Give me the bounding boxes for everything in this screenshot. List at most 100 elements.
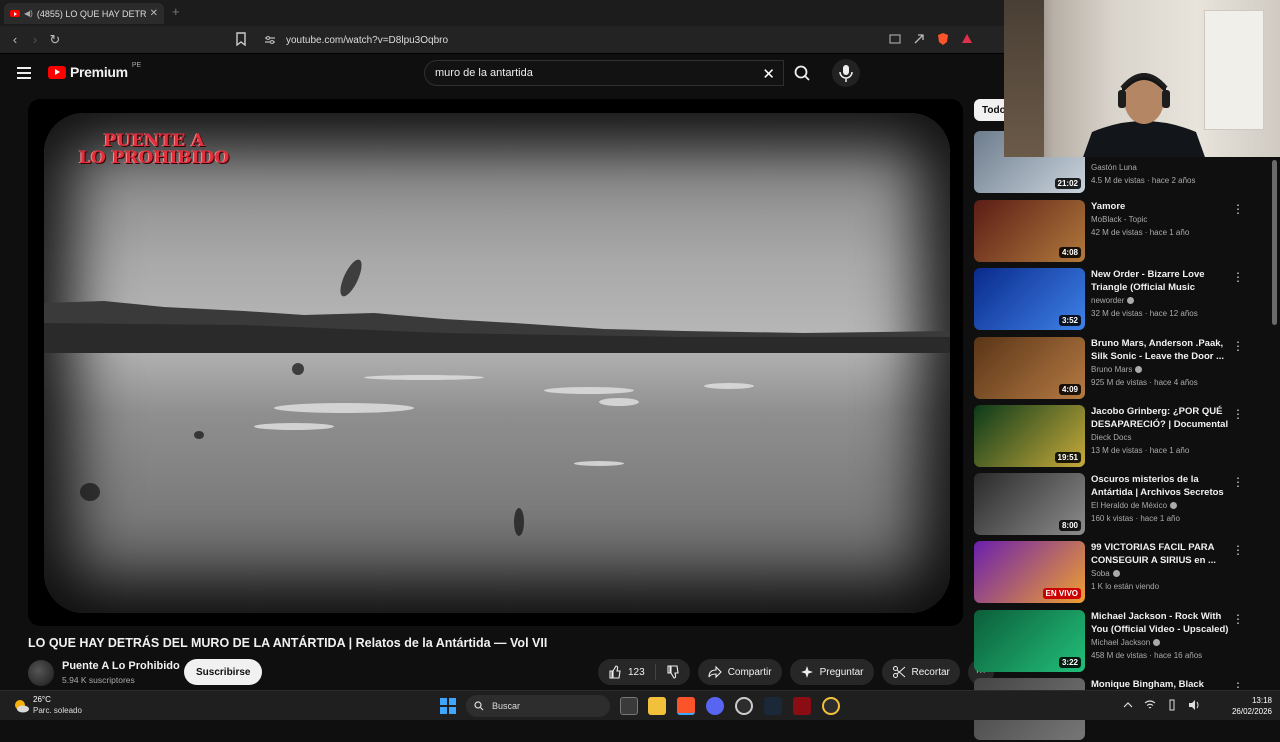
clear-search-icon[interactable]: ✕: [762, 65, 775, 83]
share-page-icon[interactable]: [912, 32, 926, 46]
youtube-favicon-icon: [10, 10, 20, 17]
share-button[interactable]: Compartir: [697, 659, 782, 685]
more-options-icon[interactable]: ⋮: [1232, 339, 1244, 353]
site-settings-icon[interactable]: [264, 35, 276, 45]
steam-icon[interactable]: [764, 697, 782, 715]
dislike-button[interactable]: [656, 659, 690, 685]
recommendation-title[interactable]: Michael Jackson - Rock With You (Officia…: [1091, 610, 1231, 636]
sidebar-scrollbar[interactable]: [1272, 160, 1277, 325]
brave-rewards-icon[interactable]: [960, 32, 974, 46]
ask-label: Preguntar: [819, 666, 864, 678]
recommendation-item[interactable]: 19:51 Jacobo Grinberg: ¿POR QUÉ DESAPAREC…: [974, 405, 1264, 469]
video-thumbnail[interactable]: 4:08: [974, 200, 1085, 262]
weather-temperature: 26°C: [33, 695, 51, 704]
more-options-icon[interactable]: ⋮: [1232, 270, 1244, 284]
tray-chevron-up-icon[interactable]: [1122, 699, 1134, 711]
file-explorer-icon[interactable]: [648, 697, 666, 715]
channel-avatar[interactable]: [28, 660, 54, 686]
tray-volume-icon[interactable]: [1188, 699, 1200, 711]
tray-usb-icon[interactable]: [1166, 699, 1178, 711]
duration-badge: 4:09: [1058, 384, 1081, 395]
url-text: youtube.com/watch?v=D8lpu3Oqbro: [286, 34, 449, 46]
video-thumbnail[interactable]: 8:00: [974, 473, 1085, 535]
taskbar-clock[interactable]: 13:18 26/02/2026: [1226, 695, 1272, 717]
more-options-icon[interactable]: ⋮: [1232, 475, 1244, 489]
taskbar-search-icon: [474, 701, 484, 711]
recommendation-channel[interactable]: Bruno Mars: [1091, 365, 1143, 374]
brave-browser-icon[interactable]: [677, 697, 695, 715]
microphone-icon[interactable]: [832, 59, 860, 87]
tab-close-icon[interactable]: ✕: [150, 8, 158, 19]
channel-name[interactable]: Puente A Lo Prohibido: [62, 660, 180, 672]
thumbs-down-icon: [667, 665, 679, 679]
recommendation-item[interactable]: 4:09 Bruno Mars, Anderson .Paak, Silk Son…: [974, 337, 1264, 401]
more-options-icon[interactable]: ⋮: [1232, 407, 1244, 421]
recommendation-channel[interactable]: Soba: [1091, 569, 1120, 578]
recommendation-title[interactable]: Bruno Mars, Anderson .Paak, Silk Sonic -…: [1091, 337, 1231, 363]
brave-shield-icon[interactable]: [936, 32, 950, 46]
dota-icon[interactable]: [793, 697, 811, 715]
recommendation-title[interactable]: Oscuros misterios de la Antártida | Arch…: [1091, 473, 1231, 499]
recommendation-channel[interactable]: Gastón Luna: [1091, 163, 1137, 172]
back-icon[interactable]: ‹: [7, 32, 23, 48]
recommendation-title[interactable]: Yamore: [1091, 200, 1231, 213]
verified-icon: [1135, 366, 1143, 373]
more-options-icon[interactable]: ⋮: [1232, 543, 1244, 557]
cast-icon[interactable]: [888, 32, 902, 46]
discord-icon[interactable]: [706, 697, 724, 715]
like-count: 123: [628, 666, 645, 678]
recommendation-channel[interactable]: Dieck Docs: [1091, 433, 1131, 442]
clip-button[interactable]: Recortar: [881, 659, 960, 685]
subscribe-button[interactable]: Suscribirse: [184, 659, 263, 685]
osu-icon[interactable]: [822, 697, 840, 715]
browser-tab[interactable]: ◀) (4855) LO QUE HAY DETRÁS D ✕: [4, 3, 164, 24]
channel-watermark: PUENTE A LO PROHIBIDO: [79, 131, 230, 168]
duration-badge: 8:00: [1058, 520, 1081, 531]
recommendation-channel[interactable]: MoBlack - Topic: [1091, 215, 1147, 224]
speaker-icon[interactable]: ◀): [24, 9, 33, 18]
clock-date: 26/02/2026: [1231, 707, 1272, 716]
video-player[interactable]: PUENTE A LO PROHIBIDO: [28, 99, 963, 626]
youtube-logo[interactable]: Premium PE: [48, 62, 141, 80]
more-options-icon[interactable]: ⋮: [1232, 612, 1244, 626]
recommendation-item[interactable]: 8:00 Oscuros misterios de la Antártida | …: [974, 473, 1264, 537]
windows-start-icon[interactable]: [440, 698, 456, 714]
forward-icon[interactable]: ›: [27, 32, 43, 48]
recommendation-channel[interactable]: neworder: [1091, 296, 1135, 305]
github-desktop-icon[interactable]: [735, 697, 753, 715]
clock-time: 13:18: [1251, 696, 1272, 705]
share-label: Compartir: [727, 666, 772, 678]
recommendation-meta: 458 M de vistas · hace 16 años: [1091, 651, 1203, 660]
recommendation-title[interactable]: New Order - Bizarre Love Triangle (Offic…: [1091, 268, 1231, 295]
video-thumbnail[interactable]: 4:09: [974, 337, 1085, 399]
like-button[interactable]: 123: [598, 659, 655, 685]
more-options-icon[interactable]: ⋮: [1232, 202, 1244, 216]
recommendation-item[interactable]: EN VIVO 99 VICTORIAS FACIL PARA CONSEGUIR…: [974, 541, 1264, 605]
reload-icon[interactable]: ↻: [47, 32, 63, 48]
video-thumbnail[interactable]: 3:22: [974, 610, 1085, 672]
recommendation-channel[interactable]: Michael Jackson: [1091, 638, 1161, 647]
duration-badge: 3:52: [1058, 315, 1081, 326]
taskbar-search[interactable]: Buscar: [466, 695, 610, 717]
verified-icon: [1153, 639, 1161, 646]
recommendation-title[interactable]: 99 VICTORIAS FACIL PARA CONSEGUIR A SIRI…: [1091, 541, 1231, 567]
recommendation-item[interactable]: 3:22 Michael Jackson - Rock With You (Off…: [974, 610, 1264, 674]
recommendation-item[interactable]: 4:08 Yamore MoBlack - Topic 42 M de vistas …: [974, 200, 1264, 264]
menu-icon[interactable]: [17, 67, 31, 79]
recommendation-title[interactable]: Jacobo Grinberg: ¿POR QUÉ DESAPARECIÓ? |…: [1091, 405, 1231, 431]
url-field[interactable]: youtube.com/watch?v=D8lpu3Oqbro: [256, 29, 976, 51]
task-view-icon[interactable]: [620, 697, 638, 715]
ask-button[interactable]: Preguntar: [789, 659, 874, 685]
search-input[interactable]: muro de la antartida ✕: [424, 60, 784, 86]
address-bar-actions: [888, 32, 974, 46]
video-thumbnail[interactable]: EN VIVO: [974, 541, 1085, 603]
bookmark-icon[interactable]: [235, 32, 247, 46]
tray-network-icon[interactable]: [1144, 699, 1156, 711]
new-tab-icon[interactable]: +: [172, 4, 180, 19]
weather-sun-icon[interactable]: [12, 697, 30, 715]
search-icon[interactable]: [786, 60, 818, 86]
video-thumbnail[interactable]: 19:51: [974, 405, 1085, 467]
recommendation-item[interactable]: 3:52 New Order - Bizarre Love Triangle (O…: [974, 268, 1264, 332]
recommendation-channel[interactable]: El Heraldo de México: [1091, 501, 1178, 510]
video-thumbnail[interactable]: 3:52: [974, 268, 1085, 330]
